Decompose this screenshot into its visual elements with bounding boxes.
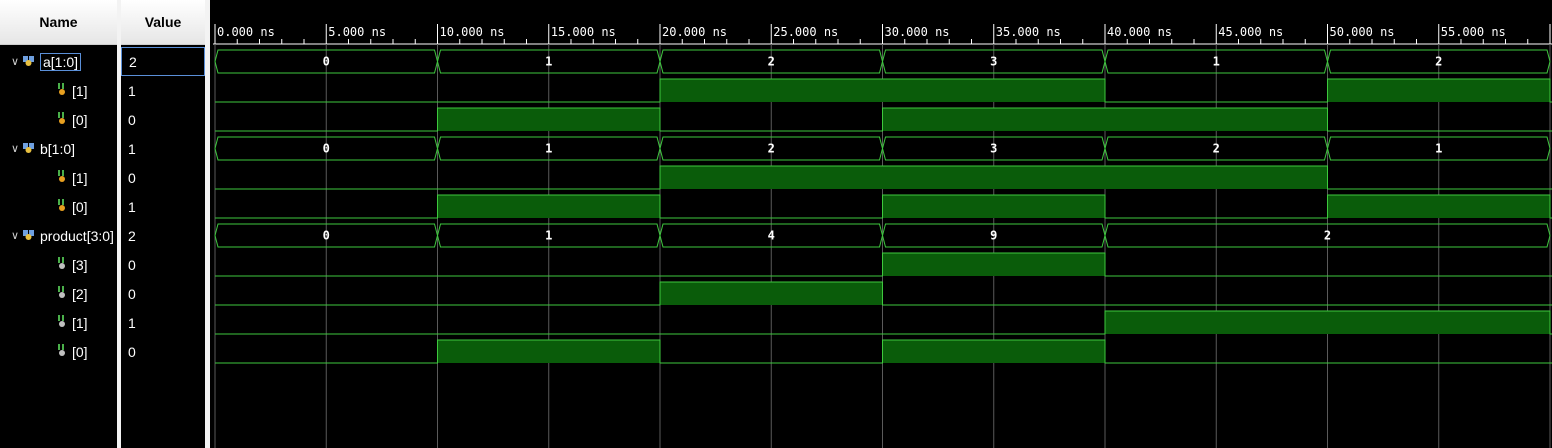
input-signal-icon (56, 111, 68, 128)
high-level-fill (882, 340, 1105, 363)
bus-value-label: 0 (323, 142, 330, 156)
signal-row[interactable]: [3] (56, 250, 117, 279)
high-level-fill (882, 108, 1328, 131)
signal-name: a[1:0] (40, 52, 82, 71)
time-tick-label: 50.000 ns (1330, 25, 1395, 39)
signal-name: [0] (72, 198, 88, 215)
time-tick-label: 10.000 ns (440, 25, 505, 39)
signal-row[interactable]: [0] (56, 105, 117, 134)
time-tick-label: 25.000 ns (773, 25, 838, 39)
output-signal-icon (56, 256, 68, 273)
bus-value-label: 3 (990, 55, 997, 69)
high-level-fill (437, 340, 660, 363)
bus-value-label: 1 (1435, 142, 1442, 156)
high-level-fill (882, 195, 1105, 218)
bus-value-label: 1 (545, 55, 552, 69)
bus-value-label: 2 (768, 142, 775, 156)
bus-value-label: 2 (768, 55, 775, 69)
signal-value: 1 (128, 140, 136, 157)
bus-value-label: 3 (990, 142, 997, 156)
output-signal-icon (56, 314, 68, 331)
time-tick-label: 45.000 ns (1218, 25, 1283, 39)
high-level-fill (1327, 79, 1550, 102)
signal-name: product[3:0] (40, 227, 114, 244)
input-signal-icon (56, 198, 68, 215)
chevron-down-icon[interactable]: ∨ (8, 142, 22, 155)
signal-value: 0 (128, 169, 136, 186)
bus-value-label: 0 (323, 229, 330, 243)
bit-waveform (215, 281, 1552, 306)
bus-value-label: 1 (545, 142, 552, 156)
signal-name: [1] (72, 314, 88, 331)
signal-name: [1] (72, 169, 88, 186)
value-header[interactable]: Value (121, 0, 205, 45)
high-level-fill (660, 166, 1328, 189)
signal-row[interactable]: [2] (56, 279, 117, 308)
bus-value-label: 1 (545, 229, 552, 243)
time-tick-label: 0.000 ns (217, 25, 275, 39)
signal-row[interactable]: [0] (56, 192, 117, 221)
signal-value: 1 (128, 314, 136, 331)
waveform-pane[interactable]: 0.000 ns 5.000 ns 10.000 ns 15.000 ns 20.000… (213, 0, 1552, 448)
bus-value-label: 0 (323, 55, 330, 69)
chevron-down-icon[interactable]: ∨ (8, 229, 22, 242)
input-signal-icon (56, 169, 68, 186)
signal-row[interactable]: [1] (56, 308, 117, 337)
signal-name: b[1:0] (40, 140, 76, 157)
name-header[interactable]: Name (0, 0, 117, 45)
signal-name: [1] (72, 82, 88, 99)
time-tick-label: 40.000 ns (1107, 25, 1172, 39)
time-tick-label: 55.000 ns (1441, 25, 1506, 39)
bus-signal-icon (22, 228, 36, 244)
bus-value-label: 4 (768, 229, 775, 243)
signal-value: 1 (128, 82, 136, 99)
signal-value: 0 (128, 285, 136, 302)
high-level-fill (437, 108, 660, 131)
signal-value: 0 (128, 343, 136, 360)
signal-value: 0 (128, 256, 136, 273)
output-signal-icon (56, 285, 68, 302)
signal-row[interactable]: ∨ a[1:0] (8, 47, 117, 76)
bus-value-label: 2 (1213, 142, 1220, 156)
bus-signal-icon (22, 141, 36, 157)
signal-value: 1 (128, 198, 136, 215)
signal-name: [0] (72, 111, 88, 128)
signal-name: [0] (72, 343, 88, 360)
high-level-fill (1105, 311, 1550, 334)
high-level-fill (660, 282, 883, 305)
chevron-down-icon[interactable]: ∨ (8, 55, 22, 68)
signal-value: 0 (128, 111, 136, 128)
signal-value: 2 (128, 227, 136, 244)
high-level-fill (1327, 195, 1550, 218)
output-signal-icon (56, 343, 68, 360)
signal-row[interactable]: [0] (56, 337, 117, 366)
bus-value-label: 9 (990, 229, 997, 243)
time-tick-label: 20.000 ns (662, 25, 727, 39)
input-signal-icon (56, 82, 68, 99)
bus-value-label: 1 (1213, 55, 1220, 69)
signal-name: [2] (72, 285, 88, 302)
signal-row[interactable]: [1] (56, 163, 117, 192)
signal-row[interactable]: [1] (56, 76, 117, 105)
high-level-fill (437, 195, 660, 218)
bus-value-label: 2 (1324, 229, 1331, 243)
time-tick-label: 15.000 ns (551, 25, 616, 39)
time-tick-label: 35.000 ns (996, 25, 1061, 39)
time-tick-label: 5.000 ns (328, 25, 386, 39)
high-level-fill (882, 253, 1105, 276)
signal-row[interactable]: ∨ b[1:0] (8, 134, 117, 163)
bus-value-label: 2 (1435, 55, 1442, 69)
signal-name: [3] (72, 256, 88, 273)
high-level-fill (660, 79, 1105, 102)
time-tick-label: 30.000 ns (885, 25, 950, 39)
signal-row[interactable]: ∨ product[3:0] (8, 221, 117, 250)
bus-signal-icon (22, 54, 36, 70)
signal-value: 2 (121, 47, 205, 76)
